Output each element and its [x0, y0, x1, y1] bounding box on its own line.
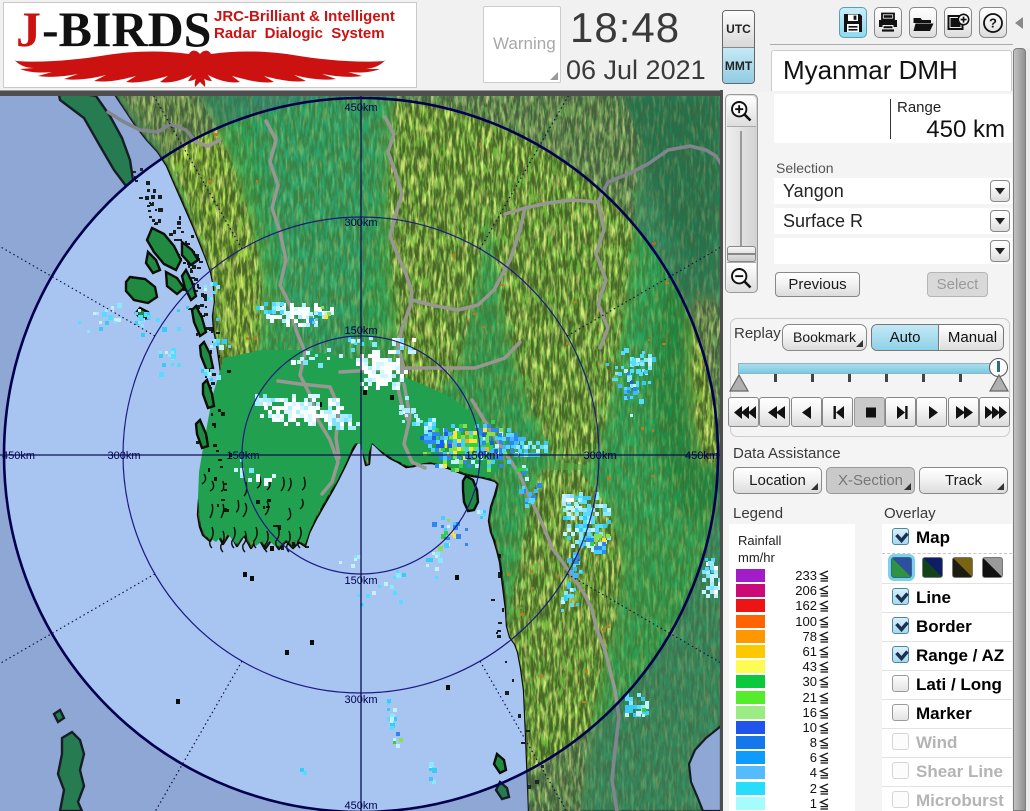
svg-text:450km: 450km	[344, 800, 377, 811]
svg-text:450km: 450km	[685, 450, 718, 462]
svg-text:150km: 150km	[226, 450, 259, 462]
svg-text:150km: 150km	[344, 325, 377, 337]
svg-text:?: ?	[989, 16, 997, 31]
svg-text:300km: 300km	[344, 694, 377, 706]
svg-text:150km: 150km	[344, 575, 377, 587]
svg-text:450km: 450km	[2, 450, 35, 462]
svg-text:300km: 300km	[107, 450, 140, 462]
svg-text:150km: 150km	[465, 450, 498, 462]
svg-text:300km: 300km	[583, 450, 616, 462]
svg-text:300km: 300km	[344, 217, 377, 229]
svg-text:450km: 450km	[344, 102, 377, 114]
